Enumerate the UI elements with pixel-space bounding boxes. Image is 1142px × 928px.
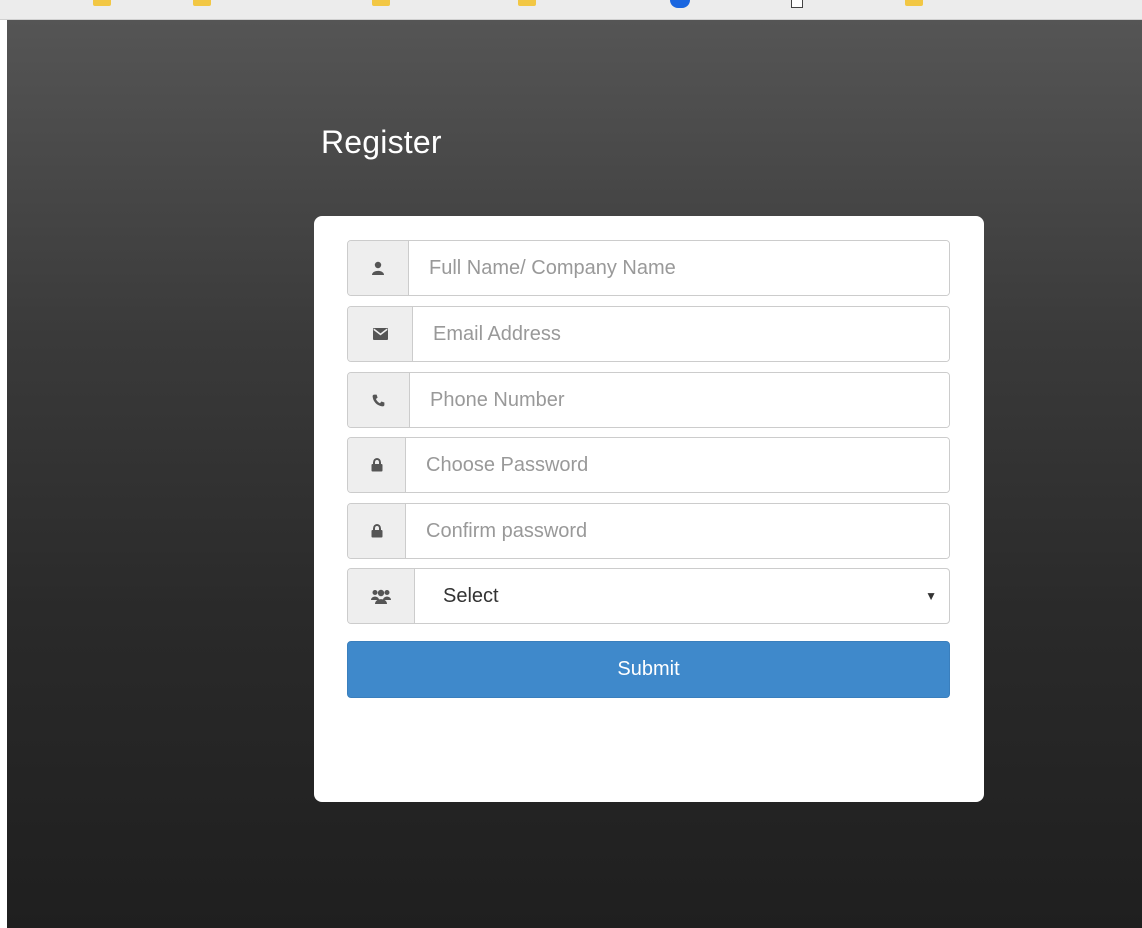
bookmark-folder-icon[interactable] (518, 0, 536, 6)
password-field (347, 437, 950, 493)
bookmark-folder-icon[interactable] (93, 0, 111, 6)
users-icon (348, 569, 415, 623)
confirm-password-field (347, 503, 950, 559)
bookmark-folder-icon[interactable] (905, 0, 923, 6)
submit-button[interactable]: Submit (347, 641, 950, 698)
group-select-field: Select ▼ (347, 568, 950, 624)
email-field (347, 306, 950, 362)
bookmark-folder-icon[interactable] (193, 0, 211, 6)
bookmark-folder-icon[interactable] (372, 0, 390, 6)
lock-icon (348, 438, 406, 492)
user-icon (348, 241, 409, 295)
password-input[interactable] (406, 438, 949, 492)
email-input[interactable] (413, 307, 949, 361)
chevron-down-icon: ▼ (925, 589, 937, 603)
lock-icon (348, 504, 406, 558)
envelope-icon (348, 307, 413, 361)
group-select-value: Select (443, 584, 499, 607)
group-select[interactable]: Select ▼ (415, 569, 949, 623)
full-name-field (347, 240, 950, 296)
register-card: Select ▼ Submit (314, 216, 984, 802)
bookmark-site-icon[interactable] (670, 0, 690, 8)
page-title: Register (321, 124, 442, 160)
phone-input[interactable] (410, 373, 949, 427)
confirm-password-input[interactable] (406, 504, 949, 558)
phone-field (347, 372, 950, 428)
browser-bookmarks-strip (0, 0, 1142, 20)
page-background: Register Full Name/ Company Name Email A… (7, 20, 1142, 928)
phone-icon (348, 373, 410, 427)
bookmark-page-icon[interactable] (791, 0, 803, 8)
full-name-input[interactable] (409, 241, 949, 295)
